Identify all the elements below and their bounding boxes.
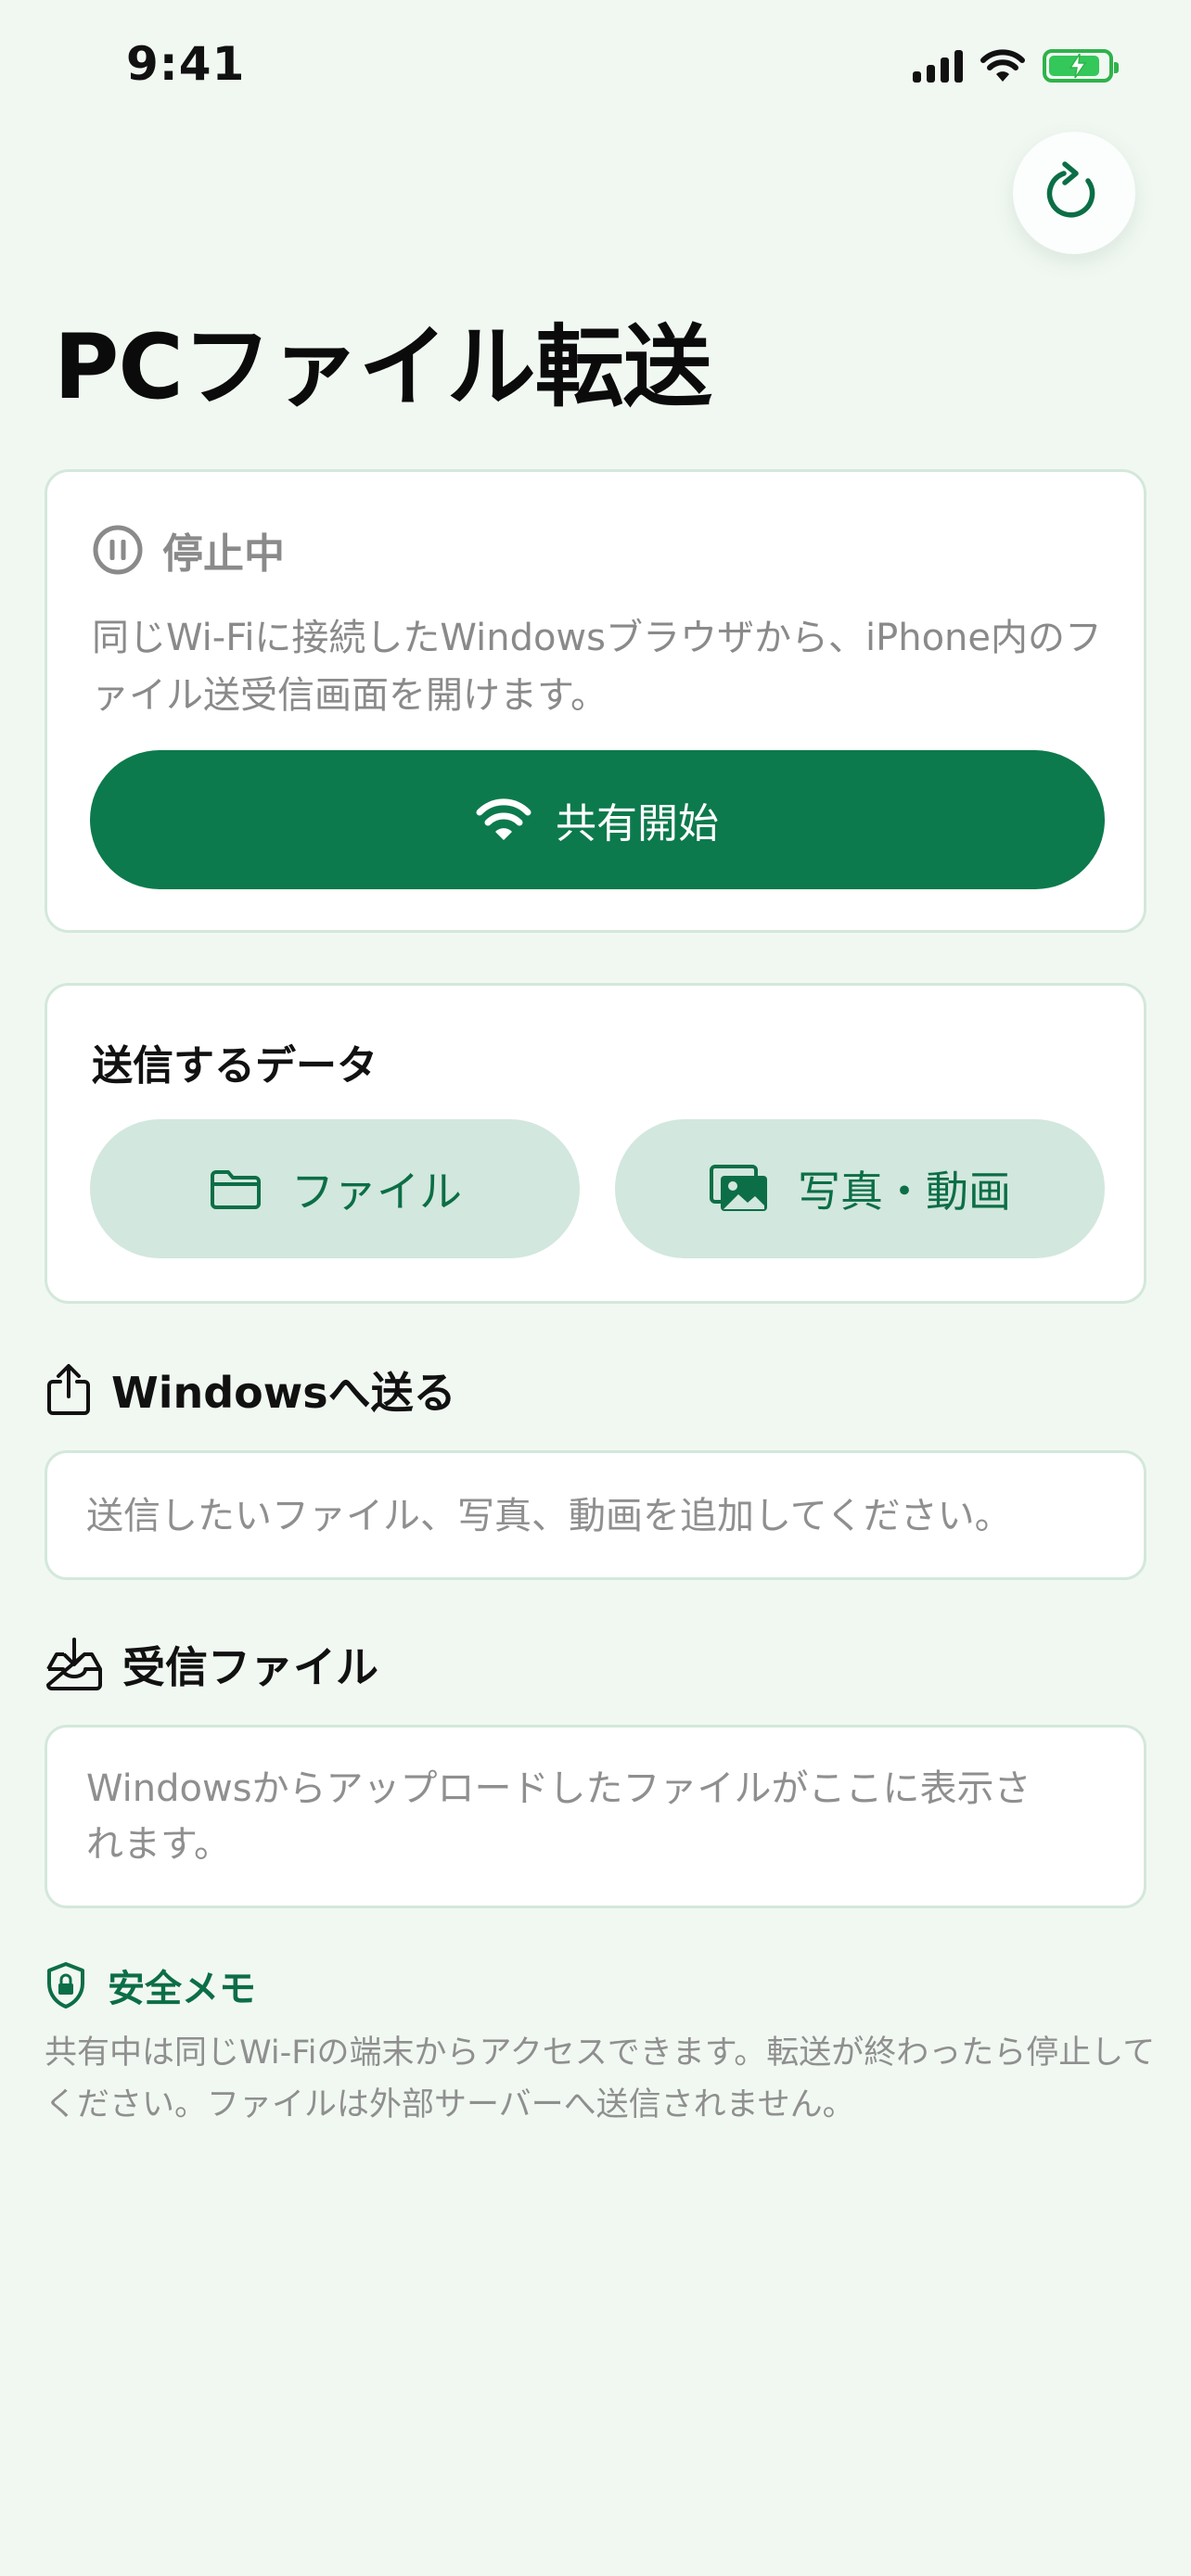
pause-circle-icon — [93, 525, 143, 575]
send-list-empty: 送信したいファイル、写真、動画を追加してください。 — [45, 1450, 1146, 1580]
server-status-card: 停止中 同じWi-Fiに接続したWindowsブラウザから、iPhone内のファ… — [45, 469, 1146, 933]
photos-icon — [710, 1165, 767, 1211]
received-empty-text: Windowsからアップロードしたファイルがここに表示されます。 — [86, 1767, 1031, 1866]
page-title: PCファイル転送 — [54, 315, 712, 419]
send-section-title: Windowsへ送る — [111, 1368, 456, 1418]
server-status-row: 停止中 — [92, 520, 285, 580]
safety-memo-title: 安全メモ — [108, 1968, 256, 2010]
shield-lock-icon — [47, 1962, 84, 2009]
send-data-title: 送信するデータ — [92, 1042, 378, 1090]
server-description: 同じWi-Fiに接続したWindowsブラウザから、iPhone内のファイル送受… — [92, 617, 1103, 717]
share-upload-icon — [47, 1364, 90, 1415]
received-section-header: 受信ファイル — [45, 1634, 378, 1695]
refresh-button[interactable] — [1013, 132, 1135, 254]
start-sharing-label: 共有開始 — [556, 800, 719, 848]
safety-memo-body: 共有中は同じWi-Fiの端末からアクセスできます。転送が終わったら停止してくださ… — [45, 2034, 1156, 2123]
received-list-empty: Windowsからアップロードしたファイルがここに表示されます。 — [45, 1725, 1146, 1908]
safety-memo-header: 安全メモ — [45, 1958, 256, 2012]
status-icons — [913, 48, 1119, 83]
pick-files-button[interactable]: ファイル — [90, 1119, 580, 1258]
refresh-icon — [1046, 161, 1095, 218]
send-empty-text: 送信したいファイル、写真、動画を追加してください。 — [86, 1495, 1012, 1537]
status-bar: 9:41 — [0, 0, 1191, 130]
cellular-signal-icon — [913, 49, 963, 83]
start-sharing-button[interactable]: 共有開始 — [90, 750, 1105, 889]
server-status-label: 停止中 — [162, 530, 285, 578]
inbox-download-icon — [46, 1638, 102, 1690]
folder-icon — [211, 1170, 261, 1209]
send-section-header: Windowsへ送る — [45, 1359, 456, 1421]
status-time: 9:41 — [126, 37, 246, 91]
send-data-card: 送信するデータ ファイル 写真・動画 — [45, 983, 1146, 1304]
received-section-title: 受信ファイル — [122, 1642, 378, 1692]
pick-photos-button[interactable]: 写真・動画 — [615, 1119, 1105, 1258]
pick-files-label: ファイル — [291, 1167, 462, 1217]
wifi-status-icon — [980, 49, 1025, 82]
pick-photos-label: 写真・動画 — [798, 1167, 1011, 1217]
wifi-icon — [476, 798, 531, 840]
battery-charging-icon — [1043, 49, 1119, 83]
